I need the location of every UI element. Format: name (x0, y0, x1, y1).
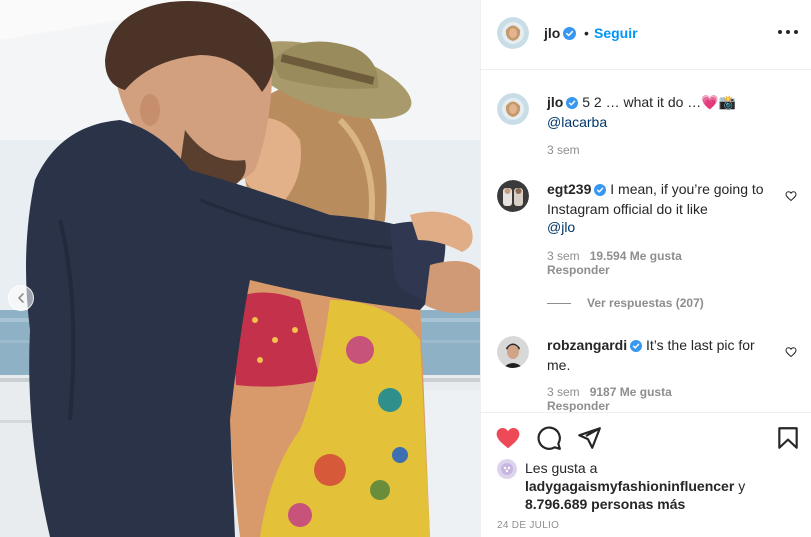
post-side-panel: jlo • Seguir jlo 5 2 … what it do …💗📸 @l (480, 0, 811, 537)
likes-conjunction: y (738, 478, 746, 494)
caption-username[interactable]: jlo (547, 94, 563, 110)
likes-prefix: Les gusta a (525, 460, 598, 476)
avatar-image (497, 336, 529, 368)
avatar-image (497, 17, 529, 49)
chevron-left-icon (18, 293, 24, 303)
comment-mention-link[interactable]: @jlo (547, 219, 575, 235)
liker-username[interactable]: ladygagaismyfashioninfluencer (525, 478, 734, 494)
post-photo[interactable] (0, 0, 480, 537)
commenter-avatar[interactable] (497, 336, 529, 368)
author-username[interactable]: jlo (544, 25, 560, 41)
comment-likes-count[interactable]: 19.594 Me gusta (590, 249, 682, 263)
author-avatar[interactable] (497, 17, 529, 49)
comment-time[interactable]: 3 sem (547, 385, 580, 399)
commenter-username[interactable]: egt239 (547, 181, 591, 197)
separator-dot: • (584, 25, 589, 41)
follow-button[interactable]: Seguir (594, 25, 638, 41)
avatar-image (497, 93, 529, 125)
liker-avatar[interactable] (497, 459, 517, 479)
replies-divider (547, 302, 571, 304)
comment-icon[interactable] (536, 425, 562, 451)
like-comment-heart-icon[interactable] (785, 346, 797, 358)
commenter-avatar[interactable] (497, 180, 529, 212)
verified-badge-icon (563, 27, 577, 43)
photo-illustration (0, 0, 480, 537)
view-replies-button[interactable]: Ver respuestas (207) (547, 296, 704, 310)
reply-button[interactable]: Responder (547, 399, 610, 412)
previous-photo-button[interactable] (8, 285, 34, 311)
likes-others-count[interactable]: 8.796.689 personas más (525, 496, 685, 512)
more-icon (778, 30, 782, 34)
reply-button[interactable]: Responder (547, 263, 610, 277)
view-replies-label: Ver respuestas (207) (587, 296, 704, 310)
comments-list[interactable]: jlo 5 2 … what it do …💗📸 @lacarba 3 sem … (481, 71, 811, 412)
post-date[interactable]: 24 DE JULIO (497, 520, 559, 531)
caption-avatar[interactable] (497, 93, 529, 125)
heart-filled-icon[interactable] (495, 425, 521, 451)
avatar-image (497, 459, 517, 479)
verified-badge-icon (594, 182, 607, 200)
comment-likes-count[interactable]: 9187 Me gusta (590, 385, 672, 399)
bookmark-icon[interactable] (775, 425, 801, 451)
verified-badge-icon (566, 95, 579, 113)
more-options-button[interactable] (778, 24, 798, 40)
commenter-username[interactable]: robzangardi (547, 337, 627, 353)
comment-time[interactable]: 3 sem (547, 249, 580, 263)
post-header: jlo • Seguir (481, 0, 811, 70)
post-actions: Les gusta a ladygagaismyfashioninfluence… (481, 412, 811, 537)
share-icon[interactable] (576, 425, 602, 451)
caption-mention-link[interactable]: @lacarba (547, 114, 607, 130)
avatar-image (497, 180, 529, 212)
caption-text: 5 2 … what it do …💗📸 (582, 94, 737, 110)
caption-time[interactable]: 3 sem (547, 143, 580, 157)
like-comment-heart-icon[interactable] (785, 190, 797, 202)
verified-badge-icon (630, 338, 643, 356)
